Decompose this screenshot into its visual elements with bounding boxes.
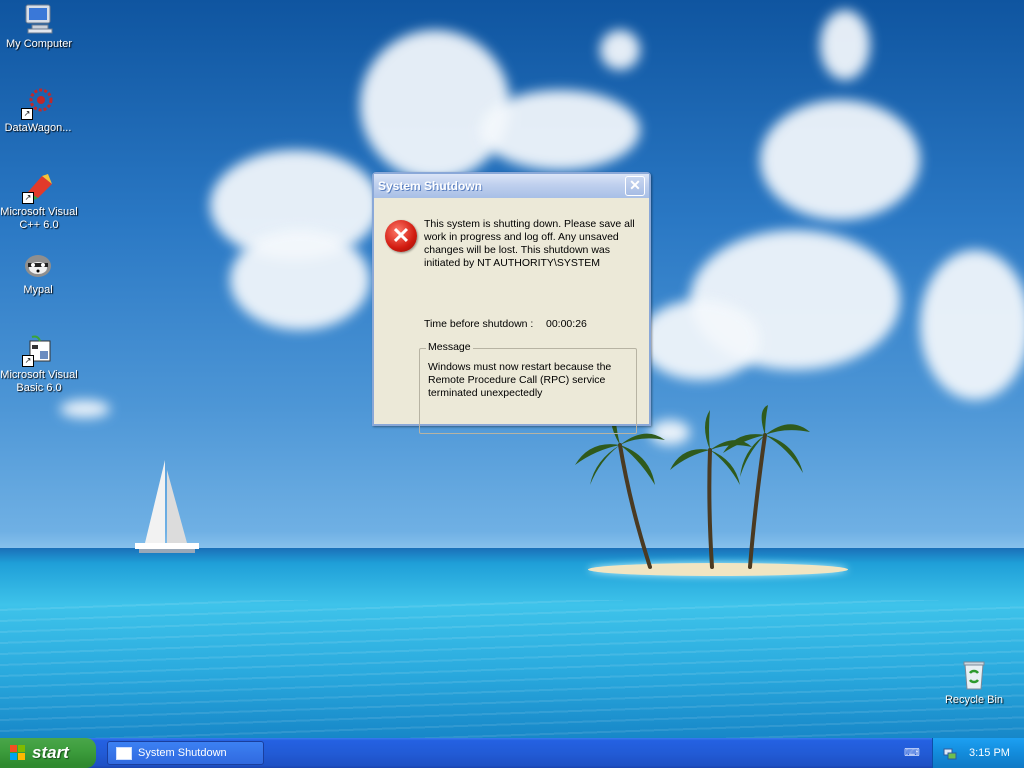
shortcut-arrow-icon: ↗	[21, 108, 33, 120]
desktop-icon-label: Microsoft Visual C++ 6.0	[0, 206, 78, 231]
timer-label: Time before shutdown :	[424, 318, 534, 330]
desktop-background: My Computer ↗ DataWagon... ↗ Microsoft V…	[0, 0, 1024, 738]
desktop-icon-label: Microsoft Visual Basic 6.0	[0, 369, 78, 394]
taskbar-button-system-shutdown[interactable]: System Shutdown	[107, 741, 264, 765]
dialog-title: System Shutdown	[378, 179, 483, 193]
message-group-text: Windows must now restart because the Rem…	[428, 361, 612, 399]
datawagon-icon: ↗	[21, 86, 55, 120]
window-icon	[116, 746, 132, 760]
computer-icon	[22, 2, 56, 36]
desktop-icon-visual-cpp[interactable]: ↗ Microsoft Visual C++ 6.0	[0, 170, 79, 232]
ocean-ripples	[0, 600, 1024, 738]
cloud	[600, 30, 640, 70]
desktop-icon-datawagon[interactable]: ↗ DataWagon...	[0, 86, 78, 135]
visual-basic-icon: ↗	[22, 333, 56, 367]
taskbar-button-label: System Shutdown	[138, 747, 227, 759]
desktop-icon-mypal[interactable]: Mypal	[0, 248, 78, 297]
keyboard-icon[interactable]: ⌨	[904, 746, 920, 759]
sailboat-icon	[135, 460, 199, 553]
shortcut-arrow-icon: ↗	[22, 192, 34, 204]
cloud	[820, 10, 870, 80]
shutdown-message: This system is shutting down. Please sav…	[424, 218, 635, 269]
desktop-icon-label: DataWagon...	[4, 122, 72, 134]
system-shutdown-dialog: System Shutdown ✕ ✕ This system is shutt…	[372, 172, 651, 434]
dialog-title-bar[interactable]: System Shutdown ✕	[374, 174, 649, 198]
cloud	[230, 230, 370, 330]
cloud	[360, 30, 510, 180]
cloud	[760, 100, 920, 220]
start-button[interactable]: start	[0, 738, 96, 768]
cloud	[920, 250, 1024, 400]
desktop-icon-label: Mypal	[23, 284, 53, 296]
start-label: start	[32, 743, 69, 762]
desktop-icon-label: Recycle Bin	[944, 694, 1004, 706]
message-group: Message Windows must now restart because…	[419, 341, 637, 434]
network-icon[interactable]	[943, 746, 957, 760]
close-button[interactable]: ✕	[625, 176, 645, 196]
cloud	[60, 400, 110, 418]
timer-value: 00:00:26	[546, 318, 587, 330]
error-icon: ✕	[385, 220, 417, 252]
visual-cpp-icon: ↗	[22, 170, 56, 204]
recycle-bin-icon	[957, 658, 991, 692]
clock[interactable]: 3:15 PM	[969, 747, 1010, 759]
desktop-icon-visual-basic[interactable]: ↗ Microsoft Visual Basic 6.0	[0, 333, 79, 395]
cloud	[480, 90, 640, 170]
desktop-icon-label: My Computer	[5, 38, 73, 50]
shortcut-arrow-icon: ↗	[22, 355, 34, 367]
desktop-icon-recycle-bin[interactable]: Recycle Bin	[934, 658, 1014, 707]
desktop-icon-my-computer[interactable]: My Computer	[0, 2, 79, 51]
mypal-raccoon-icon	[21, 248, 55, 282]
taskbar: start System Shutdown ⌨ 3:15 PM	[0, 738, 1024, 768]
cloud	[640, 300, 760, 380]
windows-flag-icon	[10, 745, 26, 761]
message-group-label: Message	[426, 341, 473, 353]
system-tray: 3:15 PM	[932, 738, 1024, 768]
